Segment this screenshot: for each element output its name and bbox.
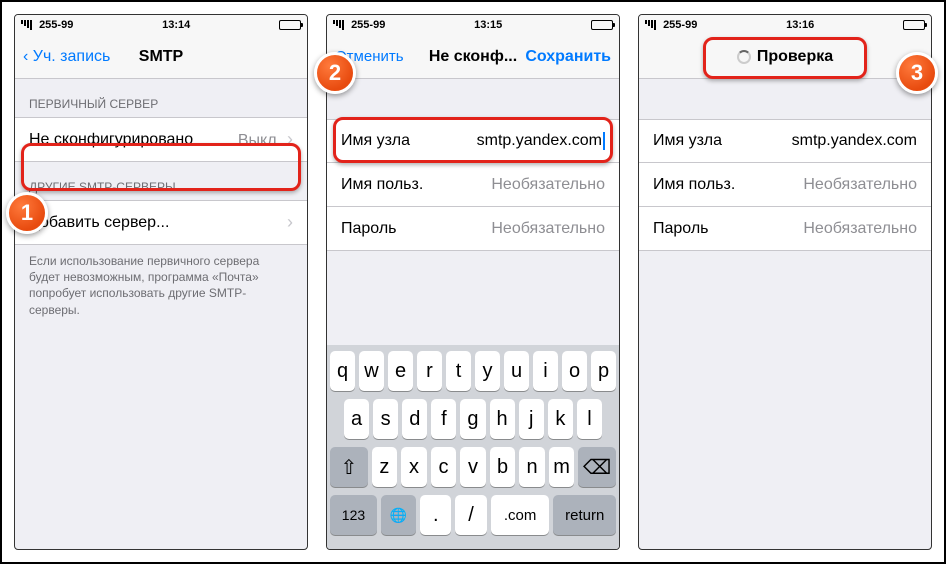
key-r[interactable]: r: [417, 351, 442, 391]
password-label: Пароль: [653, 220, 735, 238]
backspace-key[interactable]: ⌫: [578, 447, 616, 487]
status-bar: 255-99 13:14: [15, 15, 307, 35]
back-button[interactable]: ‹ Уч. запись: [23, 48, 110, 66]
spinner-icon: [737, 50, 751, 64]
phone-screen-2: 255-99 13:15 Отменить Не сконф... Сохран…: [326, 14, 620, 550]
host-cell[interactable]: Имя узла smtp.yandex.com: [327, 119, 619, 163]
dotcom-key[interactable]: .com: [491, 495, 550, 535]
numbers-key[interactable]: 123: [330, 495, 377, 535]
key-b[interactable]: b: [490, 447, 516, 487]
password-placeholder: Необязательно: [491, 220, 605, 238]
username-label: Имя польз.: [653, 176, 735, 194]
shift-key[interactable]: ⇧: [330, 447, 368, 487]
password-cell[interactable]: Пароль Необязательно: [327, 207, 619, 251]
key-h[interactable]: h: [490, 399, 515, 439]
key-s[interactable]: s: [373, 399, 398, 439]
primary-server-cell[interactable]: Не сконфигурировано Выкл. ›: [15, 117, 307, 162]
nav-bar: ‹ Уч. запись SMTP: [15, 35, 307, 79]
chevron-icon: ›: [287, 212, 293, 233]
host-cell[interactable]: Имя узла smtp.yandex.com: [639, 119, 931, 163]
clock: 13:14: [162, 19, 190, 31]
key-f[interactable]: f: [431, 399, 456, 439]
key-y[interactable]: y: [475, 351, 500, 391]
username-cell[interactable]: Имя польз. Необязательно: [639, 163, 931, 207]
key-c[interactable]: c: [431, 447, 457, 487]
footer-note: Если использование первичного сервера бу…: [15, 245, 307, 326]
section-primary-header: ПЕРВИЧНЫЙ СЕРВЕР: [15, 79, 307, 117]
key-p[interactable]: p: [591, 351, 616, 391]
return-key[interactable]: return: [553, 495, 616, 535]
key-q[interactable]: q: [330, 351, 355, 391]
phone-screen-1: 255-99 13:14 ‹ Уч. запись SMTP ПЕРВИЧНЫЙ…: [14, 14, 308, 550]
status-bar: 255-99 13:16: [639, 15, 931, 35]
nav-title: SMTP: [139, 48, 183, 66]
carrier: 255-99: [39, 19, 73, 31]
nav-title: Не сконф...: [429, 48, 517, 66]
add-server-cell[interactable]: Добавить сервер... ›: [15, 200, 307, 245]
globe-key[interactable]: 🌐: [381, 495, 416, 535]
clock: 13:16: [786, 19, 814, 31]
step-badge-3: 3: [896, 52, 938, 94]
tutorial-container: 255-99 13:14 ‹ Уч. запись SMTP ПЕРВИЧНЫЙ…: [0, 0, 946, 564]
key-d[interactable]: d: [402, 399, 427, 439]
section-other-header: ДРУГИЕ SMTP-СЕРВЕРЫ: [15, 162, 307, 200]
key-g[interactable]: g: [460, 399, 485, 439]
username-cell[interactable]: Имя польз. Необязательно: [327, 163, 619, 207]
key-t[interactable]: t: [446, 351, 471, 391]
key-w[interactable]: w: [359, 351, 384, 391]
keyboard: qwertyuiop asdfghjkl ⇧ zxcvbnm ⌫ 123 🌐 .…: [327, 345, 619, 549]
key-n[interactable]: n: [519, 447, 545, 487]
key-x[interactable]: x: [401, 447, 427, 487]
key-o[interactable]: o: [562, 351, 587, 391]
password-label: Пароль: [341, 220, 423, 238]
key-a[interactable]: a: [344, 399, 369, 439]
add-server-label: Добавить сервер...: [29, 214, 169, 232]
key-u[interactable]: u: [504, 351, 529, 391]
nav-title: Проверка: [737, 48, 833, 66]
key-v[interactable]: v: [460, 447, 486, 487]
save-button[interactable]: Сохранить: [525, 48, 611, 66]
text-cursor: [603, 132, 605, 150]
key-l[interactable]: l: [577, 399, 602, 439]
key-i[interactable]: i: [533, 351, 558, 391]
host-value: smtp.yandex.com: [792, 132, 917, 150]
password-placeholder: Необязательно: [803, 220, 917, 238]
username-placeholder: Необязательно: [491, 176, 605, 194]
key-k[interactable]: k: [548, 399, 573, 439]
key-z[interactable]: z: [372, 447, 398, 487]
key-j[interactable]: j: [519, 399, 544, 439]
nav-bar: Отменить Не сконф... Сохранить: [327, 35, 619, 79]
host-label: Имя узла: [341, 132, 423, 150]
host-label: Имя узла: [653, 132, 735, 150]
username-placeholder: Необязательно: [803, 176, 917, 194]
primary-server-label: Не сконфигурировано: [29, 131, 193, 149]
host-value: smtp.yandex.com: [477, 132, 605, 150]
phone-screen-3: 255-99 13:16 Проверка Имя узла smtp.yand…: [638, 14, 932, 550]
chevron-icon: ›: [287, 129, 293, 149]
key-e[interactable]: e: [388, 351, 413, 391]
clock: 13:15: [474, 19, 502, 31]
slash-key[interactable]: /: [455, 495, 486, 535]
status-bar: 255-99 13:15: [327, 15, 619, 35]
password-cell[interactable]: Пароль Необязательно: [639, 207, 931, 251]
dot-key[interactable]: .: [420, 495, 451, 535]
step-badge-2: 2: [314, 52, 356, 94]
nav-bar: Проверка: [639, 35, 931, 79]
primary-server-value: Выкл.: [238, 132, 281, 149]
username-label: Имя польз.: [341, 176, 423, 194]
step-badge-1: 1: [6, 192, 48, 234]
key-m[interactable]: m: [549, 447, 575, 487]
